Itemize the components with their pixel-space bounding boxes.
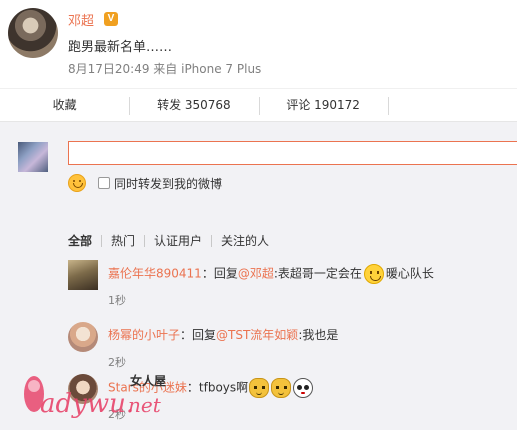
- post-text: 跑男最新名单……: [68, 40, 173, 55]
- panda-emoji-icon: [293, 378, 314, 398]
- tab-divider: [101, 234, 103, 247]
- comment-prefix: ：回复: [201, 266, 238, 281]
- comment-text: :表超哥一定会在: [273, 266, 362, 281]
- comment-text: :我也是: [298, 328, 339, 342]
- comment-prefix: ：: [186, 380, 199, 395]
- like-button[interactable]: [387, 89, 517, 121]
- author-name[interactable]: 邓超: [68, 10, 94, 29]
- tab-verified-users[interactable]: 认证用户: [154, 232, 202, 249]
- tab-divider: [144, 234, 146, 247]
- tab-divider: [211, 234, 213, 247]
- smile-emoji-icon: [363, 264, 384, 284]
- tab-hot[interactable]: 热门: [111, 232, 135, 249]
- svg-text:adywu.: adywu.: [40, 389, 134, 419]
- author-avatar[interactable]: [8, 8, 58, 58]
- comment-mention[interactable]: @邓超: [238, 267, 274, 281]
- favorite-button[interactable]: 收藏: [0, 89, 129, 121]
- comment-text-tail: 暖心队长: [385, 266, 434, 281]
- tab-following[interactable]: 关注的人: [221, 232, 269, 249]
- commenter-name[interactable]: 嘉伦年华890411: [108, 267, 202, 281]
- comment-text: tfboys啊: [198, 380, 249, 395]
- cat-emoji-icon: [249, 378, 270, 398]
- comment-body: 嘉伦年华890411：回复@邓超:表超哥一定会在 暖心队长: [108, 264, 434, 284]
- comment-time: 1秒: [108, 294, 126, 307]
- comment-mention[interactable]: @TST流年如颖: [216, 328, 298, 342]
- emoji-picker-icon[interactable]: [68, 174, 86, 192]
- repost-checkbox[interactable]: [98, 177, 110, 189]
- repost-checkbox-label[interactable]: 同时转发到我的微博: [114, 175, 222, 192]
- post-action-bar: 收藏 转发 350768 评论 190172: [0, 88, 517, 122]
- weibo-post: 邓超 V 跑男最新名单…… 8月17日20:49 来自 iPhone 7 Plu…: [0, 0, 517, 88]
- verified-badge-icon: V: [104, 12, 118, 26]
- svg-text:net: net: [128, 393, 162, 417]
- commenter-avatar[interactable]: [68, 322, 98, 352]
- post-meta: 8月17日20:49 来自 iPhone 7 Plus: [68, 62, 262, 76]
- commenter-avatar[interactable]: [68, 260, 98, 290]
- commenter-name[interactable]: 杨幂的小叶子: [108, 328, 180, 342]
- repost-button[interactable]: 转发 350768: [129, 89, 258, 121]
- comment-body: 杨幂的小叶子：回复@TST流年如颖:我也是: [108, 326, 338, 343]
- comment-button[interactable]: 评论 190172: [258, 89, 388, 121]
- watermark-label: 女人屋: [130, 374, 167, 388]
- comment-input[interactable]: [68, 141, 517, 165]
- tab-all[interactable]: 全部: [68, 232, 92, 249]
- cat-emoji-icon: [271, 378, 292, 398]
- comment-filter-tabs: 全部 热门 认证用户 关注的人: [68, 232, 269, 249]
- current-user-avatar: [18, 142, 48, 172]
- comment-prefix: ：回复: [180, 328, 217, 342]
